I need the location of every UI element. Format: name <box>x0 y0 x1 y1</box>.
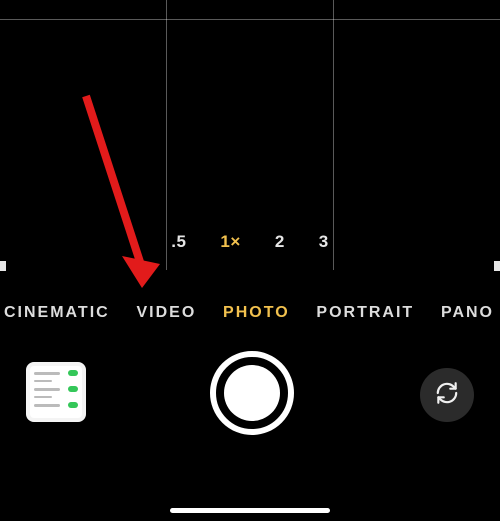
home-indicator[interactable] <box>170 508 330 513</box>
shutter-button[interactable] <box>210 351 294 435</box>
flip-camera-button[interactable] <box>420 368 474 422</box>
mode-selector[interactable]: CINEMATIC VIDEO PHOTO PORTRAIT PANO <box>0 296 500 330</box>
zoom-option-1x[interactable]: 1× <box>220 232 240 252</box>
mode-pano[interactable]: PANO <box>441 304 494 322</box>
mode-video[interactable]: VIDEO <box>136 304 196 322</box>
grid-horizontal-line <box>0 19 500 20</box>
mode-portrait[interactable]: PORTRAIT <box>316 304 414 322</box>
shutter-inner <box>224 365 280 421</box>
thumbnail-preview <box>30 366 82 418</box>
last-photo-thumbnail[interactable] <box>26 362 86 422</box>
camera-app: { "zoom": { "options": [".5", "1×", "2",… <box>0 0 500 521</box>
viewfinder-tick-left <box>0 261 6 271</box>
zoom-option-2x[interactable]: 2 <box>275 232 285 252</box>
mode-cinematic[interactable]: CINEMATIC <box>4 304 110 322</box>
flip-camera-icon <box>434 380 460 411</box>
bottom-controls <box>0 346 500 476</box>
zoom-option-3x[interactable]: 3 <box>319 232 329 252</box>
mode-photo[interactable]: PHOTO <box>223 304 290 322</box>
viewfinder-tick-right <box>494 261 500 271</box>
zoom-selector[interactable]: .5 1× 2 3 <box>0 222 500 262</box>
zoom-option-0-5x[interactable]: .5 <box>171 232 186 252</box>
